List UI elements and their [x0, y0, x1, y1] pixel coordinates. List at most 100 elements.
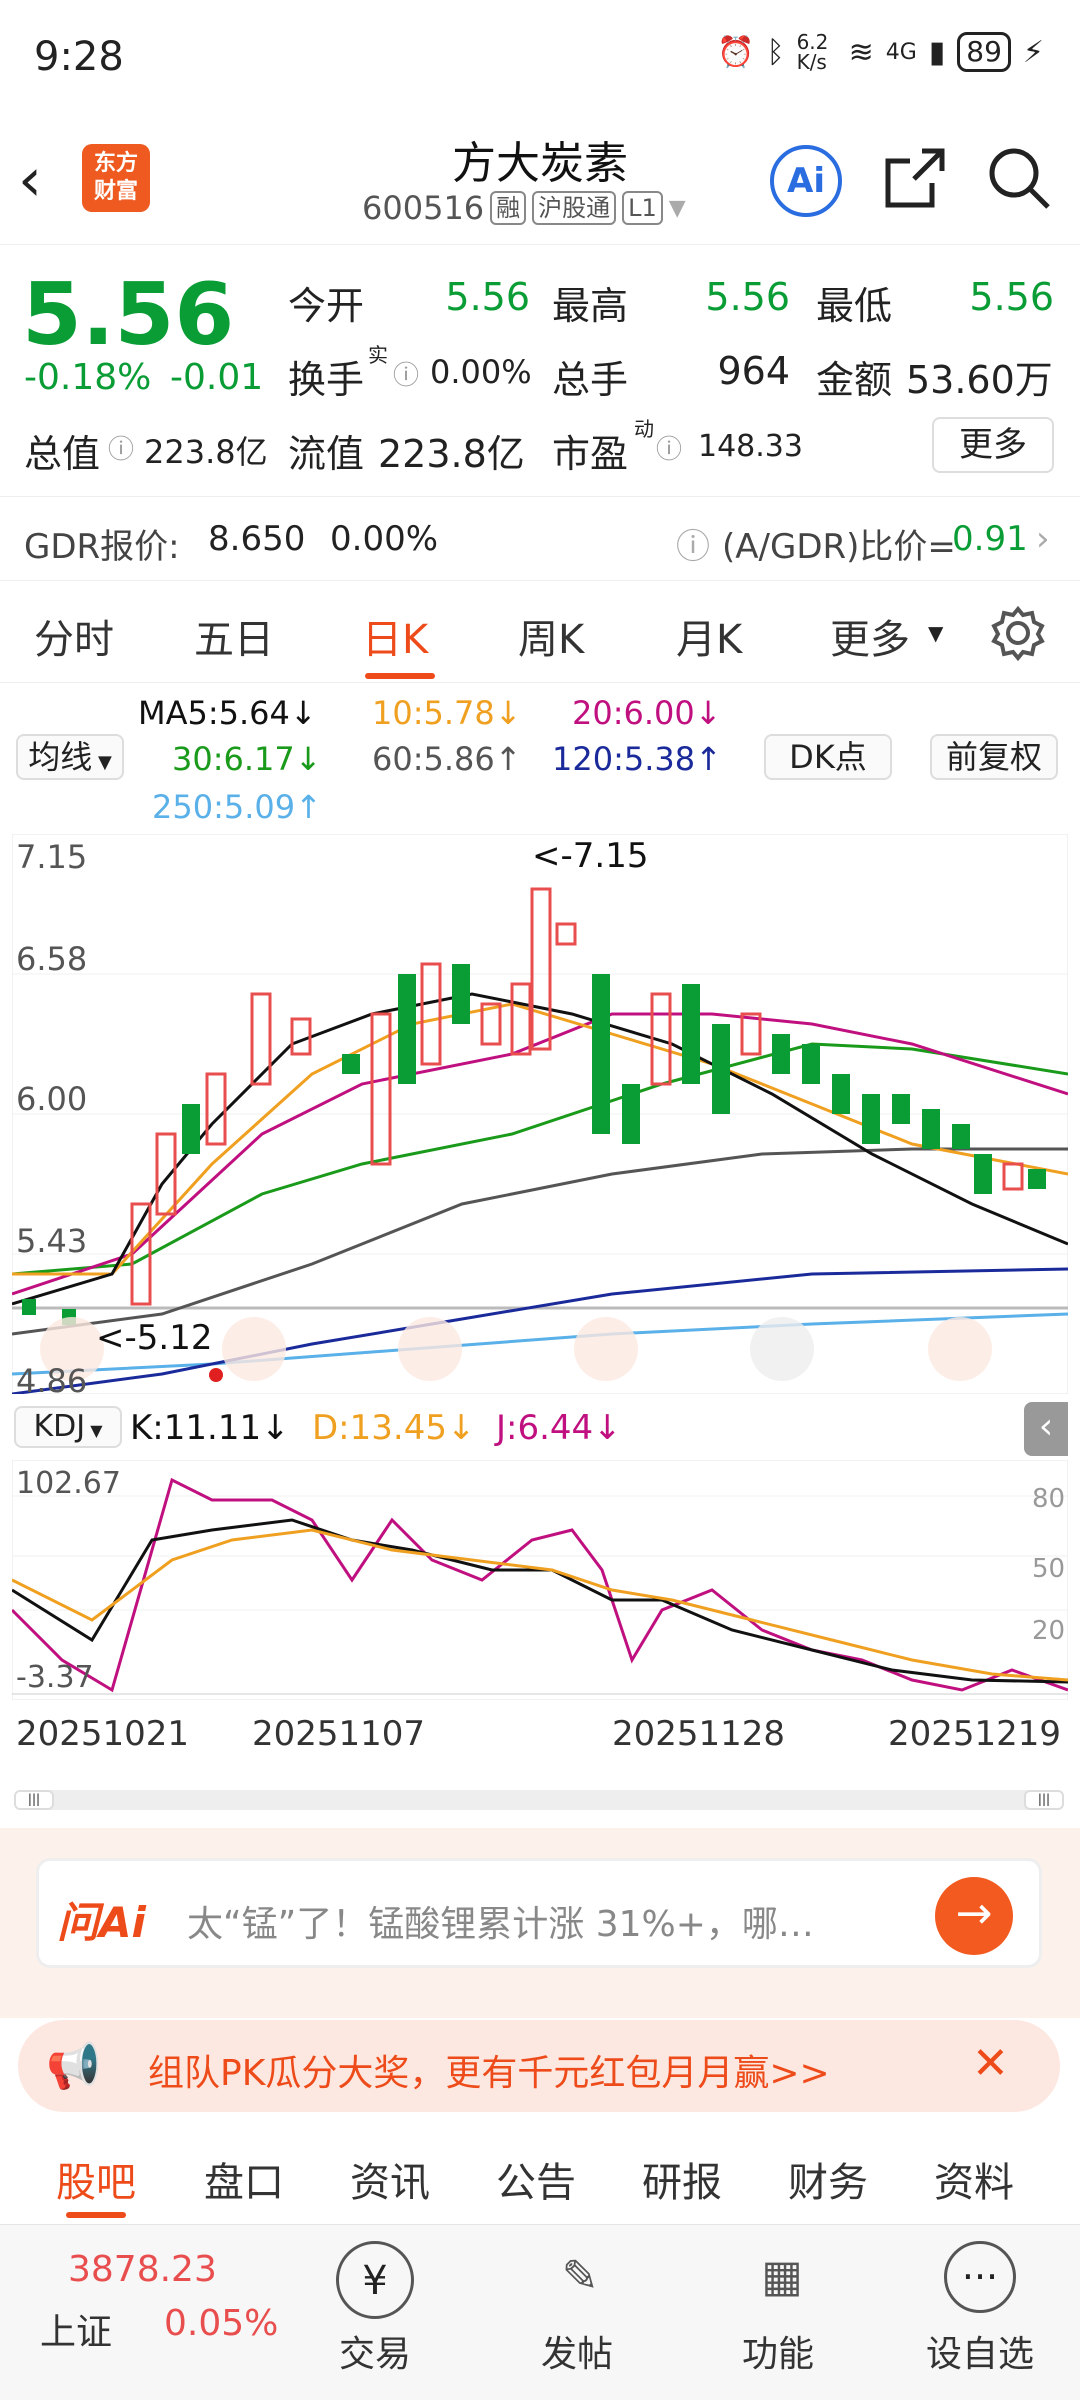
- index-change[interactable]: 0.05%: [164, 2303, 278, 2344]
- tab-forum[interactable]: 股吧: [56, 2150, 136, 2208]
- collapse-panel-button[interactable]: ‹: [1024, 1402, 1068, 1456]
- ask-ai-logo: 问Ai: [57, 1898, 146, 1947]
- status-time: 9:28: [34, 34, 124, 80]
- mktcap-value: 223.8亿: [144, 433, 268, 471]
- dropdown-icon: ▼: [668, 195, 686, 221]
- tab-orderbook[interactable]: 盘口: [204, 2150, 284, 2208]
- ma120-value: 120:5.38↑: [552, 740, 722, 778]
- info-icon[interactable]: ⓘ: [656, 429, 682, 466]
- ask-ai-bar[interactable]: 问Ai 太“锰”了！锰酸锂累计涨 31%+，哪… →: [36, 1858, 1042, 1968]
- close-icon[interactable]: ✕: [972, 2038, 1009, 2089]
- open-label: 今开: [288, 284, 365, 328]
- kdj-j: J:6.44↓: [496, 1408, 622, 1448]
- nav-function[interactable]: 功能: [708, 2325, 848, 2377]
- range-scrollbar[interactable]: ||| |||: [14, 1790, 1064, 1810]
- y-axis-3: 6.00: [16, 1080, 88, 1118]
- amount-value: 53.60万: [906, 358, 1053, 402]
- move-left-icon[interactable]: [574, 1317, 638, 1381]
- max-price-label: <-7.15: [532, 836, 649, 876]
- zoom-out-icon[interactable]: [222, 1317, 286, 1381]
- content-tabs: 股吧 盘口 资讯 公告 研报 财务 资料: [0, 2128, 1080, 2224]
- pe-sup: 动: [634, 417, 654, 441]
- tab-research[interactable]: 研报: [642, 2150, 722, 2208]
- zoom-in-icon[interactable]: [398, 1317, 462, 1381]
- tab-news[interactable]: 资讯: [350, 2150, 430, 2208]
- date-label-2: 20251107: [252, 1714, 426, 1754]
- kline-chart[interactable]: [12, 834, 1068, 1394]
- change-amount: -0.01: [170, 357, 264, 398]
- kdj-ref-50: 50: [1032, 1554, 1066, 1584]
- pe-label: 市盈: [552, 432, 629, 476]
- change-pct: -0.18%: [24, 357, 152, 398]
- tab-announcements[interactable]: 公告: [496, 2150, 576, 2208]
- chart-tabs: 分时 五日 日K 周K 月K 更多 ▼: [0, 581, 1080, 683]
- gdr-label: GDR报价:: [24, 527, 180, 567]
- grid-icon[interactable]: ▦: [746, 2241, 818, 2313]
- y-axis-top: 7.15: [16, 838, 88, 876]
- ai-button[interactable]: Ai: [770, 145, 842, 217]
- tab-more[interactable]: 更多: [830, 607, 910, 665]
- tab-daily-k[interactable]: 日K: [362, 607, 428, 665]
- stock-code-row[interactable]: 600516 融 沪股通 L1 ▼: [362, 189, 686, 227]
- tag-level: L1: [622, 191, 663, 225]
- tab-intraday[interactable]: 分时: [34, 607, 114, 665]
- settings-icon[interactable]: [990, 605, 1046, 661]
- arrow-right-icon[interactable]: →: [935, 1877, 1013, 1955]
- fullscreen-icon[interactable]: [928, 1317, 992, 1381]
- index-value[interactable]: 3878.23: [68, 2249, 217, 2290]
- more-button[interactable]: 更多: [932, 417, 1054, 473]
- date-label-4: 20251219: [888, 1714, 1062, 1754]
- high-label: 最高: [552, 284, 629, 328]
- adjust-button[interactable]: 前复权: [930, 734, 1058, 780]
- info-icon[interactable]: ⓘ: [393, 355, 419, 392]
- edit-icon[interactable]: ✎: [544, 2241, 616, 2313]
- avg-line-dropdown[interactable]: 均线 ▼: [16, 734, 124, 780]
- volume-value: 964: [717, 349, 790, 393]
- float-value: 223.8亿: [378, 432, 525, 476]
- turnover-sup: 实: [368, 343, 388, 367]
- help-icon[interactable]: ⓘ: [676, 519, 710, 568]
- info-icon[interactable]: ⓘ: [108, 429, 134, 466]
- gdr-row[interactable]: GDR报价: 8.650 0.00% ⓘ (A/GDR)比价= 0.91 ›: [0, 497, 1080, 581]
- promo-banner[interactable]: 📢 组队PK瓜分大奖，更有千元红包月月赢>> ✕: [18, 2020, 1060, 2112]
- trade-icon[interactable]: ¥: [336, 2241, 414, 2319]
- range-handle-left[interactable]: |||: [14, 1790, 54, 1810]
- stock-code: 600516: [362, 189, 485, 227]
- charging-icon: ⚡: [1022, 34, 1044, 70]
- kdj-ref-20: 20: [1032, 1616, 1066, 1646]
- nav-post[interactable]: 发帖: [507, 2325, 647, 2377]
- tab-five-day[interactable]: 五日: [194, 607, 274, 665]
- volume-label: 总手: [552, 358, 629, 402]
- min-price-label: <-5.12: [96, 1318, 213, 1358]
- dk-point-button[interactable]: DK点: [764, 734, 892, 780]
- tab-monthly-k[interactable]: 月K: [676, 607, 742, 665]
- ma5-value: MA5:5.64↓: [138, 694, 317, 732]
- nav-trade[interactable]: 交易: [305, 2325, 445, 2377]
- tab-weekly-k[interactable]: 周K: [518, 607, 584, 665]
- current-day-marker: [209, 1368, 223, 1382]
- kdj-chart[interactable]: [12, 1460, 1068, 1700]
- range-handle-right[interactable]: |||: [1024, 1790, 1064, 1810]
- search-icon[interactable]: [984, 143, 1054, 213]
- move-right-icon[interactable]: [750, 1317, 814, 1381]
- more-dots-icon[interactable]: ···: [944, 2241, 1016, 2313]
- ma60-value: 60:5.86↑: [372, 740, 522, 778]
- tab-profile[interactable]: 资料: [934, 2150, 1014, 2208]
- tab-financials[interactable]: 财务: [788, 2150, 868, 2208]
- nav-add-watchlist[interactable]: 设自选: [910, 2325, 1050, 2377]
- net-speed: 6.2 K/s: [796, 30, 829, 74]
- kdj-dropdown[interactable]: KDJ ▼: [14, 1406, 122, 1448]
- gdr-ratio-label: (A/GDR)比价=: [722, 527, 956, 567]
- ma30-value: 30:6.17↓: [172, 740, 322, 778]
- ma250-value: 250:5.09↑: [152, 788, 322, 826]
- kdj-y-top: 102.67: [16, 1466, 121, 1501]
- index-name[interactable]: 上证: [40, 2303, 112, 2355]
- gdr-ratio: 0.91: [952, 519, 1028, 559]
- mktcap-label: 总值: [24, 432, 101, 476]
- y-axis-2: 6.58: [16, 940, 88, 978]
- bottom-nav: 3878.23 上证 0.05% ¥ 交易 ✎ 发帖 ▦ 功能 ··· 设自选: [0, 2224, 1080, 2400]
- share-icon[interactable]: [880, 143, 950, 213]
- ask-ai-input[interactable]: 太“锰”了！锰酸锂累计涨 31%+，哪…: [187, 1895, 814, 1947]
- amount-label: 金额: [816, 358, 893, 402]
- chevron-right-icon: ›: [1036, 519, 1050, 559]
